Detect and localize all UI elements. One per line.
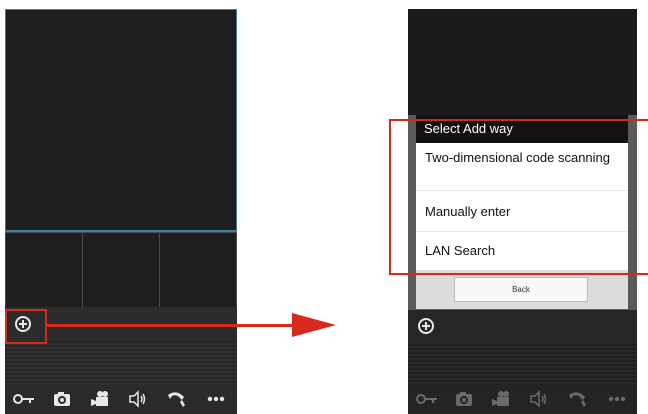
highlight-box-dialog-options — [389, 119, 648, 275]
plus-circle-icon — [418, 318, 434, 334]
main-video-view — [408, 9, 637, 115]
bottom-toolbar — [5, 385, 237, 414]
speaker-icon — [530, 390, 547, 408]
speaker-icon[interactable] — [129, 390, 147, 408]
phone-icon[interactable] — [165, 389, 187, 409]
highlight-box-add-button — [5, 309, 47, 344]
more-icon[interactable] — [207, 396, 225, 402]
phone-icon — [569, 392, 586, 407]
camera-icon — [456, 392, 472, 406]
key-icon[interactable] — [13, 393, 35, 405]
video-record-icon[interactable] — [91, 390, 111, 408]
camera-icon[interactable] — [53, 391, 71, 407]
arrow-line — [46, 324, 292, 327]
thumbnail-row — [5, 231, 237, 308]
video-thumbnail-1[interactable] — [5, 232, 83, 308]
key-icon — [416, 394, 437, 404]
dialog-footer: Back — [416, 270, 628, 309]
video-record-icon — [492, 391, 509, 406]
left-phone-screen — [5, 9, 237, 414]
back-button[interactable]: Back — [454, 277, 588, 302]
add-device-bar — [408, 310, 637, 344]
main-video-view[interactable] — [5, 9, 237, 231]
arrow-head — [292, 313, 336, 337]
device-list-area — [5, 341, 237, 385]
more-icon — [608, 396, 626, 402]
device-list-area — [408, 344, 637, 385]
video-thumbnail-3[interactable] — [159, 232, 237, 308]
video-thumbnail-2[interactable] — [82, 232, 160, 308]
bottom-toolbar — [408, 385, 637, 414]
